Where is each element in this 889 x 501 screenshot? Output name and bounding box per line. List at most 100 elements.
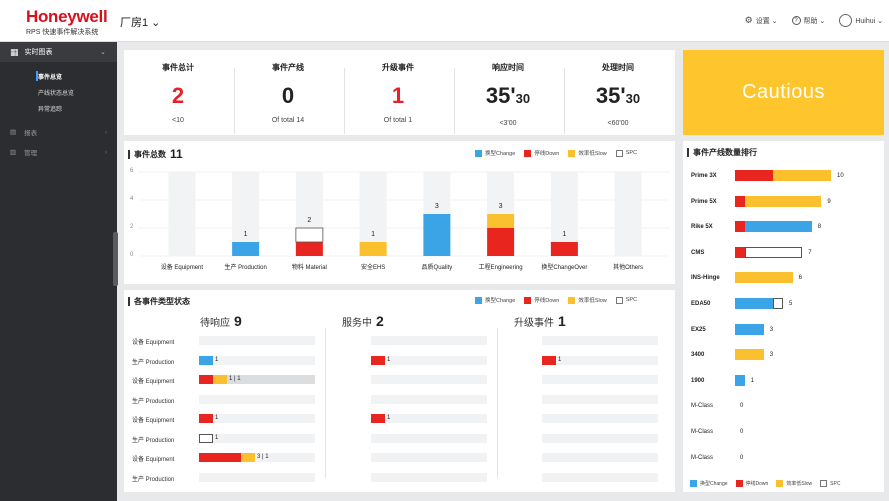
status-track <box>542 472 658 482</box>
kpi-label: 升级事件 <box>382 63 414 72</box>
section-title-label: 各事件类型状态 <box>134 297 190 306</box>
ranking-line-name: Rike 5X <box>691 224 713 231</box>
category-label: 其他Others <box>613 265 644 271</box>
calendar-icon: ▥ <box>10 149 17 156</box>
bar-total-label: 1 <box>371 231 376 238</box>
ranking-total: 5 <box>789 301 793 307</box>
legend-label: 换型Change <box>485 298 516 304</box>
ranking-total: 3 <box>769 352 774 359</box>
user-name: Huihui ⌄ <box>855 17 883 25</box>
status-count: 1 <box>215 356 219 363</box>
sidebar-subitem-label: 产线状态总览 <box>38 90 75 97</box>
status-track <box>542 433 658 443</box>
ranking-line-name: CMS <box>691 249 705 256</box>
app-subtitle: RPS 快速事件解决系统 <box>26 29 99 36</box>
kpi-value-minutes: 35' <box>485 83 516 108</box>
kpi-total-events: 事件总计 2 <10 <box>128 62 228 124</box>
ranking-segment-slow[interactable] <box>735 272 793 284</box>
status-segment-down[interactable] <box>199 453 241 462</box>
chevron-down-icon: ⌄ <box>100 49 106 56</box>
bar-segment-change <box>423 214 451 256</box>
ranking-total: 0 <box>740 403 744 410</box>
help-menu[interactable]: ? 帮助 ⌄ <box>791 16 826 26</box>
ranking-title: 事件产线数量排行 <box>687 147 757 158</box>
settings-menu[interactable]: ⚙ 设置 ⌄ <box>745 15 778 26</box>
user-menu[interactable]: Huihui ⌄ <box>839 14 883 27</box>
ranking-segment-spc[interactable] <box>773 298 783 309</box>
ranking-segment-slow[interactable] <box>744 195 822 207</box>
sidebar-item-label: 实时图表 <box>24 49 53 56</box>
status-segment-down[interactable] <box>371 414 385 423</box>
legend-spc[interactable]: SPC <box>820 480 840 487</box>
ranking-segment-down[interactable] <box>735 246 745 258</box>
ranking-segment-slow[interactable] <box>735 349 764 361</box>
ranking-title-label: 事件产线数量排行 <box>693 148 757 157</box>
sidebar-subitem-tracking[interactable]: 异常追踪 <box>0 100 117 116</box>
status-segment-down[interactable] <box>542 355 556 365</box>
legend-slow[interactable]: 效率低Slow <box>568 296 607 304</box>
status-segment-spc[interactable] <box>199 433 213 443</box>
status-track <box>371 375 487 384</box>
ranking-segment-change[interactable] <box>735 298 774 309</box>
ranking-segment-down[interactable] <box>735 221 745 233</box>
status-segment-down[interactable] <box>199 414 213 423</box>
total-events-chart-card: 事件总数 11 换型Change 停线Down 效率低Slow SPC 设备 E… <box>124 141 675 284</box>
row-label: 设备 Equipment <box>132 340 175 346</box>
kpi-subtext: Of total 1 <box>383 117 413 124</box>
ranking-line-name: M-Class <box>691 403 713 410</box>
sidebar-subitem-line-status[interactable]: 产线状态总览 <box>0 84 117 100</box>
status-track <box>371 394 487 404</box>
ranking-segment-down[interactable] <box>735 170 774 181</box>
legend-spc[interactable]: SPC <box>615 296 637 304</box>
legend-down[interactable]: 停线Down <box>735 480 768 487</box>
legend-slow[interactable]: 效率低Slow <box>776 480 812 487</box>
ranking-segment-change[interactable] <box>735 323 764 335</box>
sidebar-collapse-handle[interactable] <box>113 232 118 286</box>
sidebar-item-manage[interactable]: ▥ 管理 › <box>0 142 117 162</box>
ranking-segment-change[interactable] <box>744 221 812 233</box>
legend-change[interactable]: 换型Change <box>690 480 728 487</box>
status-track <box>371 336 487 345</box>
legend-change[interactable]: 换型Change <box>475 296 515 304</box>
y-tick-label: 2 <box>130 224 134 230</box>
legend-swatch <box>735 480 743 487</box>
y-tick-label: 4 <box>130 196 134 202</box>
status-segment-down[interactable] <box>371 355 385 365</box>
status-track <box>199 472 315 482</box>
status-track <box>542 375 658 384</box>
category-label: 安全EHS <box>360 265 386 271</box>
kpi-value: 0 <box>281 83 295 108</box>
plant-selector[interactable]: 厂房1 ⌄ <box>120 14 160 30</box>
status-legend: 换型Change 停线Down 效率低Slow SPC <box>475 296 637 304</box>
kpi-processing-time: 处理时间 35'30 <60'00 <box>568 62 668 127</box>
sidebar-subitem-overview[interactable]: 事件总览 <box>0 68 117 84</box>
ranking-line-name: 1900 <box>691 377 705 384</box>
status-segment-slow[interactable] <box>213 375 227 384</box>
ranking-total: 1 <box>750 377 754 384</box>
legend-swatch <box>524 296 532 304</box>
bar-total-label: 1 <box>243 231 248 238</box>
status-track <box>371 433 487 443</box>
status-segment-down[interactable] <box>199 375 213 384</box>
ranking-segment-down[interactable] <box>735 195 745 207</box>
divider <box>234 68 235 134</box>
status-track <box>542 336 658 345</box>
ranking-segment-spc[interactable] <box>744 246 803 258</box>
category-label: 设备 Equipment <box>160 265 204 271</box>
ranking-segment-change[interactable] <box>735 374 745 386</box>
gear-icon: ⚙ <box>744 15 753 25</box>
help-label: 帮助 ⌄ <box>803 17 826 25</box>
kpi-value: 35'30 <box>568 84 668 111</box>
brand-logo[interactable]: Honeywell <box>26 8 108 25</box>
ranking-legend: 换型Change 停线Down 效率低Slow SPC <box>690 480 840 487</box>
escalated-header: 升级事件 1 <box>514 313 566 329</box>
legend-label: 换型Change <box>700 481 728 487</box>
status-segment-change[interactable] <box>199 355 213 365</box>
kpi-subtext: <60'00 <box>607 120 629 127</box>
legend-down[interactable]: 停线Down <box>524 296 559 304</box>
sidebar-item-realtime[interactable]: ▦ 实时图表 ⌄ <box>0 42 117 62</box>
status-track <box>542 414 658 423</box>
sidebar-item-reports[interactable]: ▤ 报表 › <box>0 122 117 142</box>
ranking-segment-slow[interactable] <box>773 170 831 181</box>
status-segment-slow[interactable] <box>241 453 255 462</box>
